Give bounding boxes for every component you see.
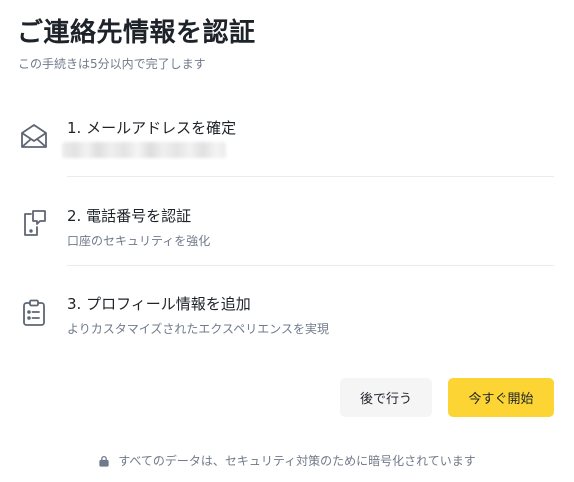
redacted-email	[62, 142, 226, 158]
lock-icon	[98, 455, 110, 467]
envelope-icon	[19, 121, 49, 151]
step-subtitle-profile: よりカスタマイズされたエクスペリエンスを実現	[67, 322, 329, 336]
clipboard-icon	[19, 298, 49, 328]
divider	[67, 265, 554, 266]
later-button[interactable]: 後で行う	[340, 378, 432, 417]
encryption-note-text: すべてのデータは、セキュリティ対策のために暗号化されています	[118, 454, 476, 468]
page-title: ご連絡先情報を認証	[17, 18, 256, 48]
start-now-button[interactable]: 今すぐ開始	[448, 378, 554, 417]
step-title-email: 1. メールアドレスを確定	[67, 119, 237, 137]
step-title-phone: 2. 電話番号を認証	[67, 207, 192, 225]
encryption-note: すべてのデータは、セキュリティ対策のために暗号化されています	[0, 452, 574, 469]
step-subtitle-phone: 口座のセキュリティを強化	[67, 234, 211, 248]
page-subtitle: この手続きは5分以内で完了します	[18, 57, 206, 71]
divider	[67, 176, 554, 177]
step-title-profile: 3. プロフィール情報を追加	[67, 295, 251, 313]
phone-chat-icon	[19, 208, 49, 238]
